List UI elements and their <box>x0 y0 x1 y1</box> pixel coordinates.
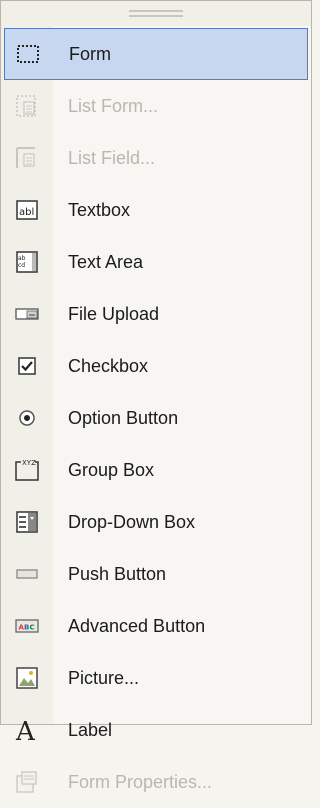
list-field-icon <box>4 145 50 171</box>
menu-item-advanced-button[interactable]: A B C Advanced Button <box>4 600 308 652</box>
svg-text:C: C <box>30 624 35 632</box>
menu-item-label: Textbox <box>68 199 131 220</box>
menu-item-push-button[interactable]: Push Button <box>4 548 308 600</box>
menu-item-label: Form <box>69 43 111 64</box>
picture-icon <box>4 665 50 691</box>
form-properties-icon <box>4 769 50 795</box>
menu-item-label: Form Properties... <box>68 771 213 792</box>
file-upload-icon <box>4 303 50 325</box>
menu-item-file-upload[interactable]: File Upload <box>4 288 308 340</box>
grip-lines <box>129 10 183 17</box>
push-button-icon <box>4 564 50 584</box>
menu-item-drop-down-box[interactable]: Drop-Down Box <box>4 496 308 548</box>
menu-item-picture[interactable]: Picture... <box>4 652 308 704</box>
label-icon: A <box>4 716 50 744</box>
menu-item-label[interactable]: A Label <box>4 704 308 756</box>
menu-items: Form List Form... List Field... abl Text… <box>4 28 308 808</box>
svg-text:ab: ab <box>18 255 26 262</box>
option-button-icon <box>4 407 50 429</box>
menu-item-form[interactable]: Form <box>4 28 308 80</box>
svg-text:XYZ: XYZ <box>22 459 36 467</box>
group-box-icon: XYZ <box>4 456 50 484</box>
text-area-icon: ab cd <box>4 249 50 275</box>
form-controls-menu: Form List Form... List Field... abl Text… <box>0 0 312 793</box>
list-form-icon <box>4 93 50 119</box>
menu-item-label: Picture... <box>68 667 140 688</box>
menu-item-list-form[interactable]: List Form... <box>4 80 308 132</box>
menu-item-label: List Form... <box>68 95 159 116</box>
menu-drag-handle[interactable] <box>1 1 311 26</box>
checkbox-icon <box>4 355 50 377</box>
menu-item-option-button[interactable]: Option Button <box>4 392 308 444</box>
svg-text:A: A <box>15 717 36 744</box>
menu-item-label: Option Button <box>68 407 179 428</box>
menu-item-text-area[interactable]: ab cd Text Area <box>4 236 308 288</box>
menu-item-label: Drop-Down Box <box>68 511 196 532</box>
menu-item-checkbox[interactable]: Checkbox <box>4 340 308 392</box>
menu-item-label: Text Area <box>68 251 144 272</box>
menu-item-label: Push Button <box>68 563 167 584</box>
form-marquee-icon <box>5 42 51 66</box>
menu-item-label: Group Box <box>68 459 155 480</box>
advanced-button-icon: A B C <box>4 616 50 636</box>
menu-item-label: Advanced Button <box>68 615 206 636</box>
svg-text:abl: abl <box>19 207 34 218</box>
menu-item-textbox[interactable]: abl Textbox <box>4 184 308 236</box>
menu-item-label: Checkbox <box>68 355 149 376</box>
menu-item-label: File Upload <box>68 303 160 324</box>
svg-text:cd: cd <box>18 262 25 269</box>
drop-down-box-icon <box>4 509 50 535</box>
menu-item-label: List Field... <box>68 147 156 168</box>
menu-item-label: Label <box>68 719 113 740</box>
menu-item-group-box[interactable]: XYZ Group Box <box>4 444 308 496</box>
textbox-icon: abl <box>4 198 50 222</box>
menu-item-form-properties[interactable]: Form Properties... <box>4 756 308 808</box>
menu-item-list-field[interactable]: List Field... <box>4 132 308 184</box>
